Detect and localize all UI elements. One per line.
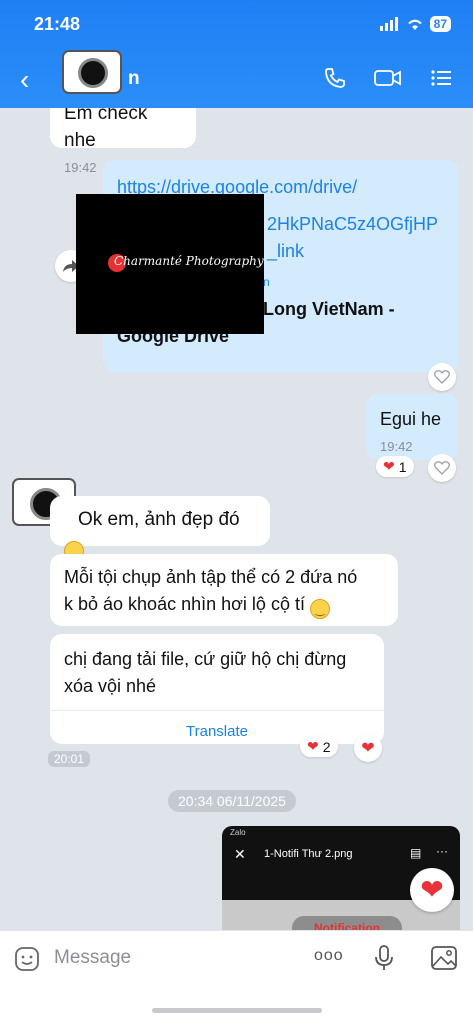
smile-emoji-icon: ‿ bbox=[309, 599, 330, 619]
message-text: Egui he bbox=[380, 409, 442, 429]
message-text: chị đang tải file, cứ giữ hộ chị đừng bbox=[64, 649, 347, 669]
battery-indicator: 87 bbox=[429, 16, 451, 32]
wifi-icon bbox=[407, 19, 422, 30]
status-time: 21:48 bbox=[34, 14, 81, 34]
sticker-icon[interactable] bbox=[14, 946, 40, 972]
message-time: 20:01 bbox=[48, 751, 91, 767]
watermark-overlay: Charmanté Photography bbox=[76, 194, 264, 334]
nav-bar: ‹ n bbox=[0, 50, 473, 102]
status-bar: 21:48 87 bbox=[0, 14, 473, 38]
message-bubble[interactable]: Em check nhe 19:42 bbox=[50, 108, 196, 175]
message-text: xóa vội nhé bbox=[64, 676, 157, 696]
reaction-count[interactable]: ❤ 1 bbox=[376, 456, 414, 477]
image-icon[interactable] bbox=[430, 945, 458, 971]
image-filename: 1-Notifi Thư 2.png bbox=[264, 848, 353, 860]
heart-icon[interactable]: ❤ bbox=[410, 868, 454, 912]
message-bubble[interactable]: Egui he 19:42 bbox=[366, 394, 458, 460]
more-options-icon[interactable]: ooo bbox=[314, 947, 344, 965]
close-icon: ✕ bbox=[234, 846, 246, 862]
nav-actions bbox=[323, 66, 453, 90]
message-text: k bỏ áo khoác nhìn hơi lộ cộ tí bbox=[64, 594, 305, 614]
status-icons: 87 bbox=[379, 16, 451, 32]
contact-name[interactable]: n bbox=[128, 68, 140, 90]
mic-icon[interactable] bbox=[374, 944, 394, 972]
camera-sticker-icon bbox=[62, 50, 122, 94]
back-icon[interactable]: ‹ bbox=[20, 64, 29, 96]
heart-icon[interactable] bbox=[428, 454, 456, 482]
phone-icon[interactable] bbox=[323, 66, 347, 90]
message-input[interactable]: Message bbox=[54, 947, 131, 969]
reaction-count[interactable]: ❤ 2 bbox=[300, 736, 338, 757]
message-text: Mỗi tội chụp ảnh tập thể có 2 đứa nó bbox=[64, 567, 358, 587]
date-separator: 20:34 06/11/2025 bbox=[168, 790, 296, 812]
signal-icon bbox=[379, 17, 398, 31]
more-icon: ··· bbox=[436, 844, 448, 858]
header: 21:48 87 ‹ n bbox=[0, 0, 473, 108]
translate-divider bbox=[50, 710, 384, 711]
comment-icon: ▤ bbox=[410, 846, 422, 860]
heart-icon[interactable] bbox=[428, 363, 456, 391]
message-bubble[interactable]: Ok em, ảnh đẹp đó ‿ bbox=[50, 496, 270, 561]
notification-button: Notification bbox=[292, 916, 402, 930]
chat-area[interactable]: Em check nhe 19:42 https://drive.google.… bbox=[0, 108, 473, 930]
message-bubble[interactable]: Mỗi tội chụp ảnh tập thể có 2 đứa nó k b… bbox=[50, 554, 398, 626]
heart-icon[interactable]: ❤ bbox=[354, 734, 382, 762]
image-app-label: Zalo bbox=[230, 828, 246, 837]
menu-icon[interactable] bbox=[429, 66, 453, 90]
message-text: Em check nhe bbox=[64, 108, 148, 151]
watermark-brand: Charmanté Photography bbox=[114, 254, 264, 268]
message-bubble[interactable]: chị đang tải file, cứ giữ hộ chị đừng xó… bbox=[50, 634, 384, 744]
message-text: Ok em, ảnh đẹp đó bbox=[78, 509, 240, 530]
home-indicator bbox=[152, 1008, 322, 1013]
video-icon[interactable] bbox=[373, 66, 403, 90]
heart-icon: ❤ bbox=[383, 458, 395, 474]
heart-icon: ❤ bbox=[307, 738, 319, 754]
